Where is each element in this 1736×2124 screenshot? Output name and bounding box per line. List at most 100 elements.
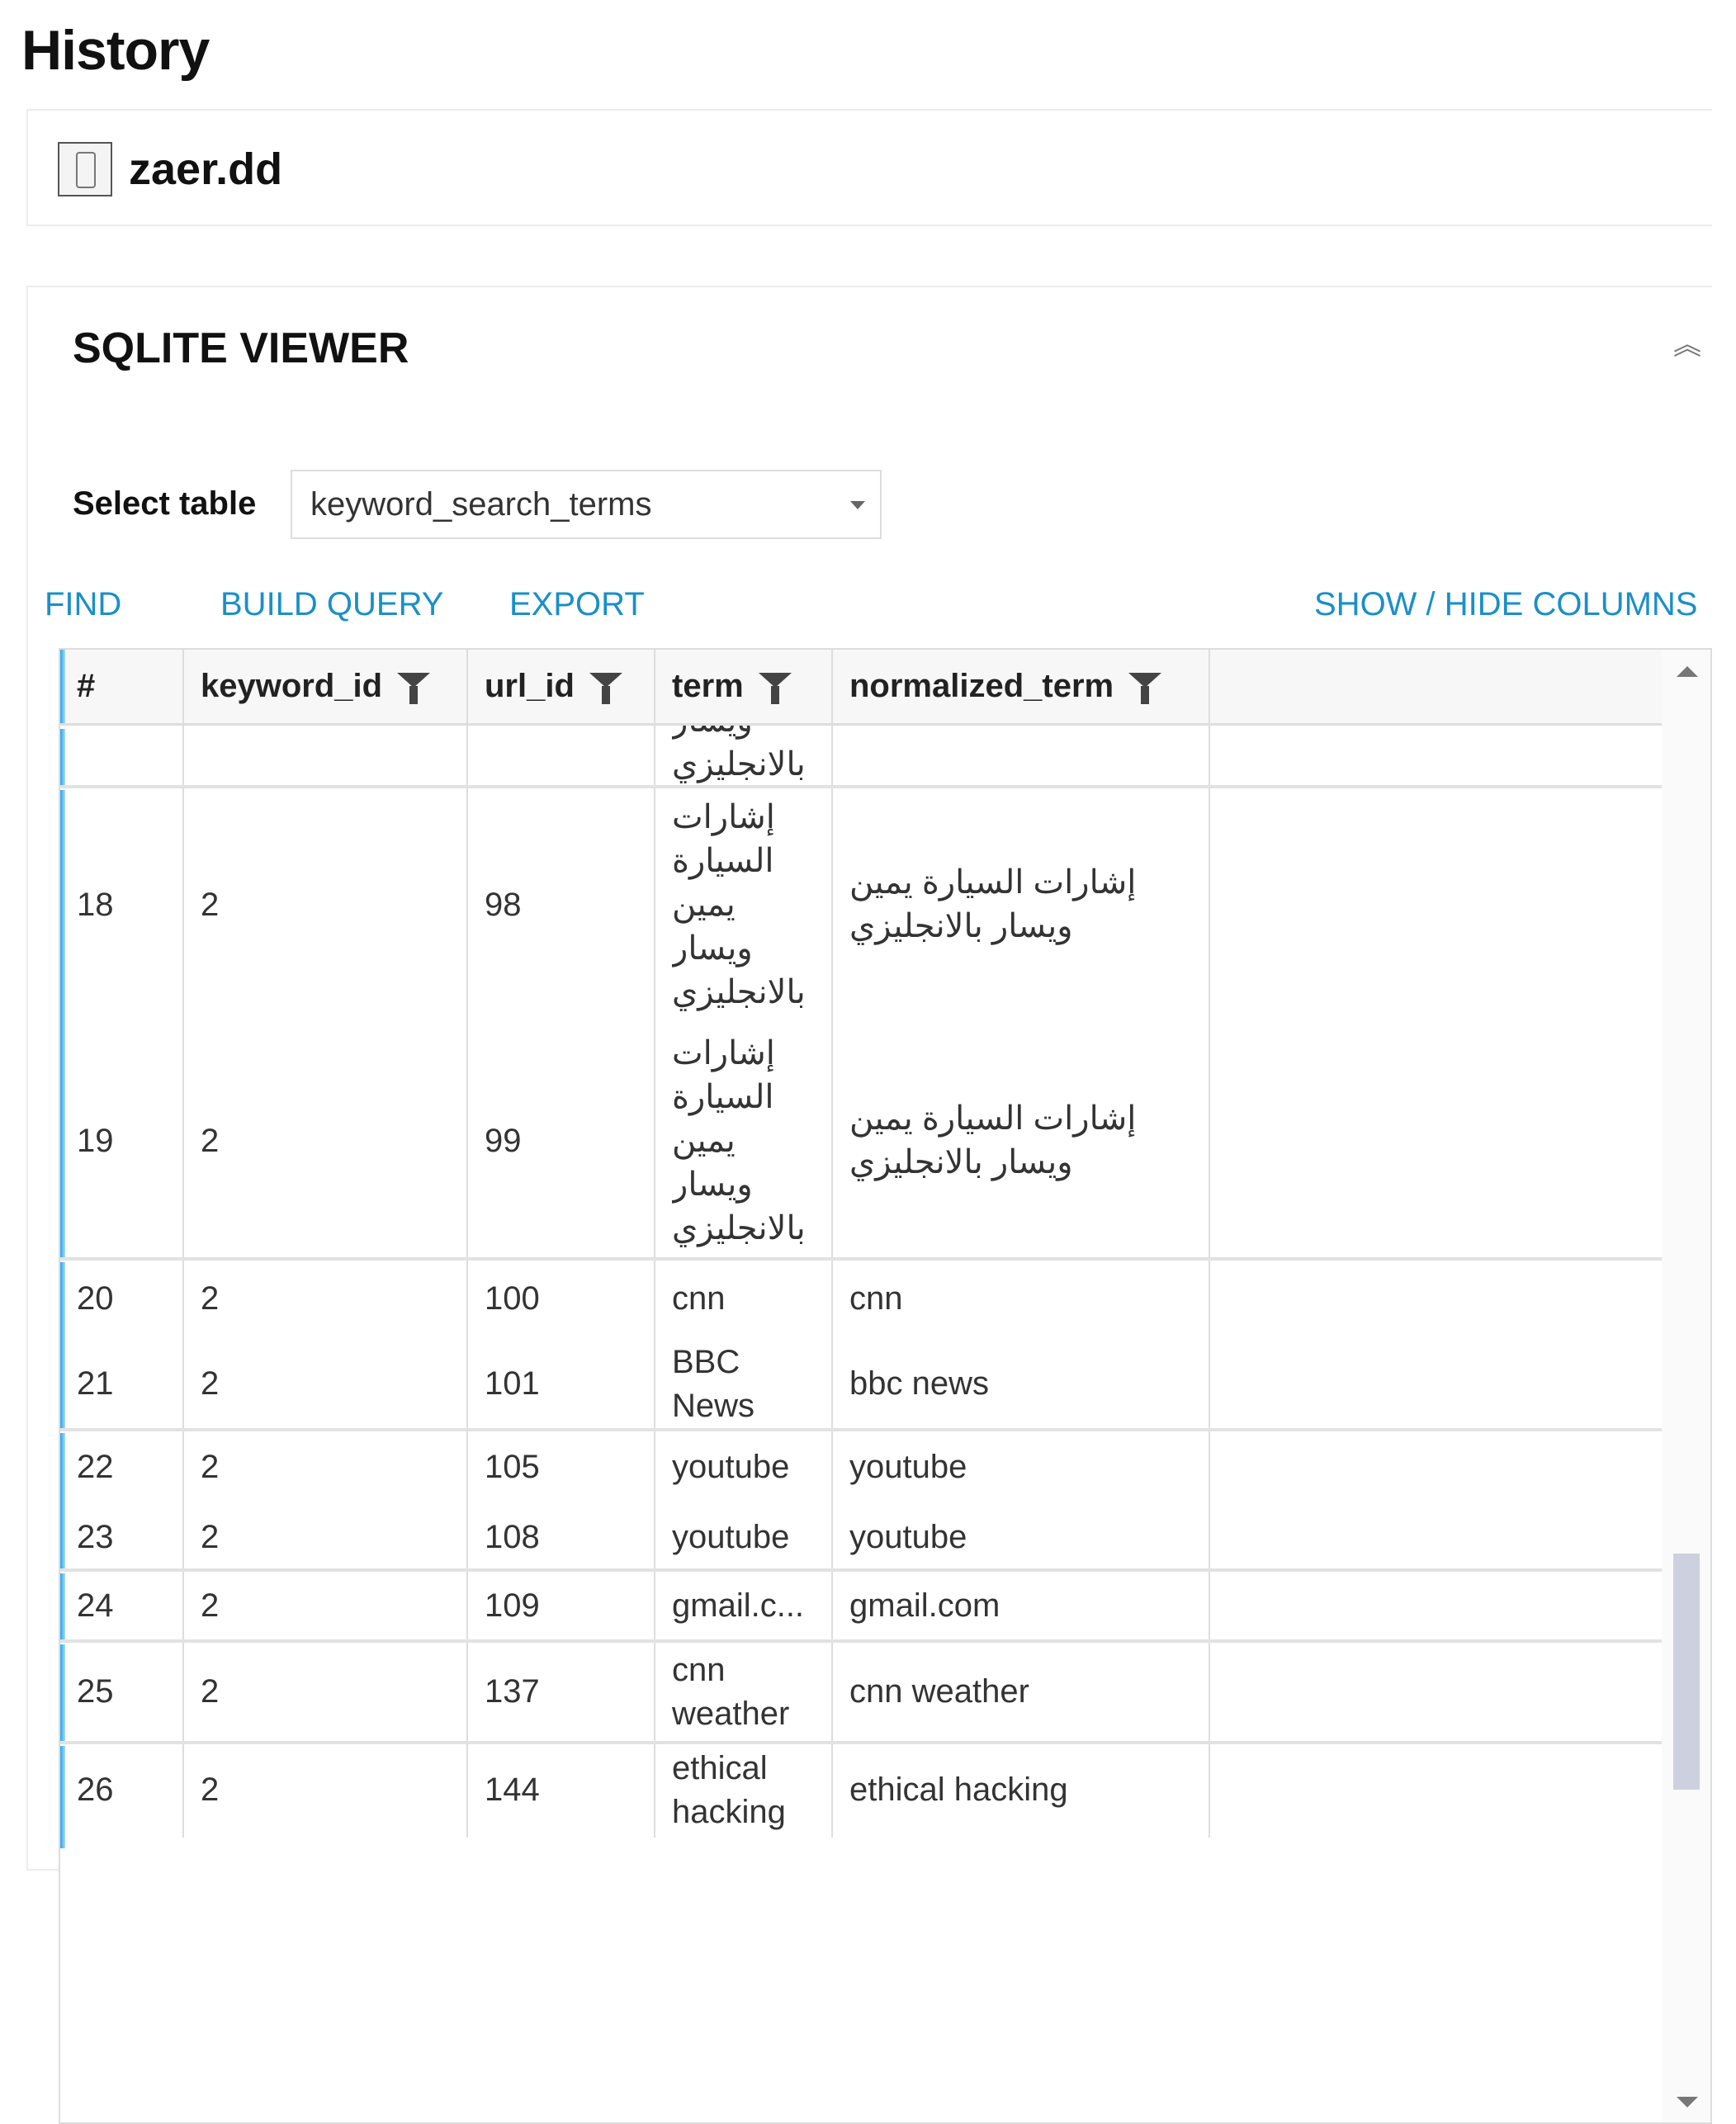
table-row[interactable]: 22 2 105 youtube youtube [60,1430,1662,1505]
cell-text: 100 [485,1280,540,1317]
cell-text: gmail.com [849,1587,1000,1624]
row-indicator [60,1746,65,1848]
cell-text: youtube [672,1449,790,1485]
cell-text: 99 [485,1122,522,1159]
column-header-normalized-term[interactable]: normalized_term [833,650,1210,723]
column-header-keyword-id[interactable]: keyword_id [184,650,468,723]
column-label: # [77,668,96,704]
row-group-divider [60,1257,1662,1261]
cell-text: BBC News [672,1343,755,1424]
cell-normalized-term: إشارات السيارة يمين ويسار بالانجليزي [833,1023,1210,1259]
show-hide-columns-link[interactable]: SHOW / HIDE COLUMNS [1314,586,1697,623]
table-row[interactable]: 19 2 99 إشارات السيارة يمين ويسار بالانجليز… [60,1023,1662,1259]
cell-text: cnn weather [849,1673,1029,1710]
cell-text: bbc news [849,1365,989,1402]
cell-text: 98 [485,886,522,923]
cell-text: youtube [849,1449,967,1485]
cell-term: youtube [655,1430,833,1505]
grid-body: ويسار بالانجليزي 18 2 98 إشارات السيارة يمين… [60,726,1662,2122]
selected-table-value: keyword_search_terms [310,486,652,523]
sqlite-viewer-panel: SQLITE VIEWER ︽ Select table keyword_sea… [26,286,1712,2124]
cell-url-id: 100 [468,1259,655,1338]
cell-text: إشارات السيارة يمين ويسار بالانجليزي [672,798,806,1010]
cell-id: 26 [60,1743,184,1838]
cell-text: إشارات السيارة يمين ويسار بالانجليزي [672,1034,806,1246]
find-link[interactable]: FIND [45,586,121,623]
cell-keyword-id: 2 [184,787,468,1023]
filter-icon[interactable] [1128,672,1162,704]
device-card: zaer.dd [26,109,1712,226]
table-select-dropdown[interactable]: keyword_search_terms [291,470,882,539]
cell-text: 23 [77,1519,114,1555]
filter-icon[interactable] [758,672,792,704]
row-indicator [60,729,65,787]
cell-text: youtube [849,1519,967,1555]
cell-normalized-term: إشارات السيارة يمين ويسار بالانجليزي [833,787,1210,1023]
column-header-url-id[interactable]: url_id [468,650,655,723]
cell-text: 19 [77,1122,114,1159]
table-row[interactable]: 26 2 144 ethical hacking ethical hacking [60,1743,1662,1838]
table-row[interactable]: ويسار بالانجليزي [60,726,1662,787]
cell-normalized-term: bbc news [833,1338,1210,1430]
export-link[interactable]: EXPORT [509,586,645,623]
cell-keyword-id: 2 [184,1338,468,1430]
cell-text: 18 [77,886,114,923]
cell-url-id: 101 [468,1338,655,1430]
cell-term: cnn weather [655,1641,833,1743]
cell-text: ethical hacking [849,1772,1068,1808]
table-row[interactable]: 20 2 100 cnn cnn [60,1259,1662,1338]
table-row[interactable]: 18 2 98 إشارات السيارة يمين ويسار بالانجليز… [60,787,1662,1023]
cell-keyword-id: 2 [184,1259,468,1338]
cell-url-id [468,726,655,787]
cell-term: إشارات السيارة يمين ويسار بالانجليزي [655,1023,833,1259]
cell-keyword-id: 2 [184,1505,468,1570]
cell-text: 26 [77,1772,114,1808]
grid-header: # keyword_id url_id term normalized_term [60,650,1662,726]
filter-icon[interactable] [589,672,622,704]
cell-text: cnn [849,1280,903,1317]
cell-term: إشارات السيارة يمين ويسار بالانجليزي [655,787,833,1023]
table-row[interactable]: 23 2 108 youtube youtube [60,1505,1662,1570]
cell-text: 101 [485,1365,540,1402]
chevron-down-icon [850,501,865,509]
cell-text: إشارات السيارة يمين ويسار بالانجليزي [849,1100,1137,1180]
vertical-scrollbar[interactable] [1662,650,1710,2122]
cell-keyword-id: 2 [184,1023,468,1259]
scroll-up-arrow-icon[interactable] [1677,666,1698,677]
column-header-term[interactable]: term [655,650,833,723]
double-chevron-up-icon[interactable]: ︽ [1671,329,1704,362]
table-row[interactable]: 25 2 137 cnn weather cnn weather [60,1641,1662,1743]
cell-text: youtube [672,1519,790,1555]
cell-term: BBC News [655,1338,833,1430]
scroll-down-arrow-icon[interactable] [1677,2097,1698,2107]
cell-text: 21 [77,1365,114,1402]
cell-id: 22 [60,1430,184,1505]
scrollbar-thumb[interactable] [1673,1554,1700,1790]
column-label: url_id [485,668,575,704]
cell-url-id: 109 [468,1570,655,1641]
cell-url-id: 144 [468,1743,655,1838]
table-row[interactable]: 24 2 109 gmail.c... gmail.com [60,1570,1662,1641]
cell-term: cnn [655,1259,833,1338]
cell-url-id: 137 [468,1641,655,1743]
cell-id: 20 [60,1259,184,1338]
row-indicator [60,1644,65,1743]
table-row[interactable]: 21 2 101 BBC News bbc news [60,1338,1662,1430]
cell-text: 144 [485,1772,540,1808]
column-header-id[interactable]: # [60,650,184,723]
row-group-divider [60,1428,1662,1431]
filter-icon[interactable] [397,672,431,704]
cell-url-id: 99 [468,1023,655,1259]
column-label: keyword_id [201,668,383,704]
cell-text: 109 [485,1587,540,1624]
cell-text: cnn [672,1280,726,1317]
row-group-divider [60,1639,1662,1643]
cell-id: 24 [60,1570,184,1641]
cell-normalized-term: cnn [833,1259,1210,1338]
cell-text: 2 [201,1122,220,1159]
build-query-link[interactable]: BUILD QUERY [220,586,443,623]
column-label: term [672,668,744,704]
cell-normalized-term [833,726,1210,787]
page-title: History [21,19,210,82]
row-group-divider [60,1741,1662,1744]
